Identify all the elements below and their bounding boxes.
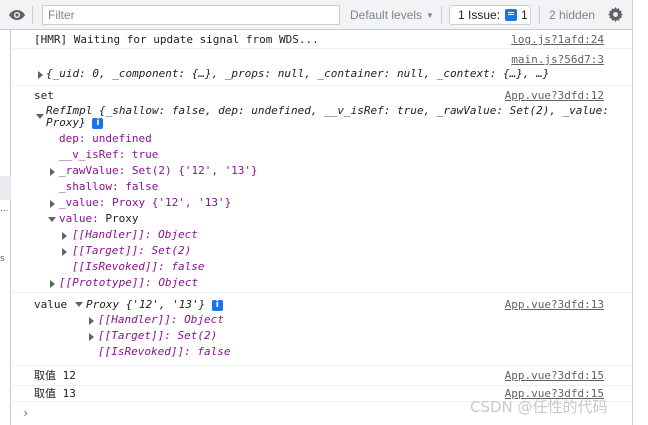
side-panel-selected-row[interactable] xyxy=(0,176,11,200)
expand-arrow-icon[interactable] xyxy=(50,280,55,288)
collapse-arrow-icon[interactable] xyxy=(75,302,83,307)
collapse-arrow-icon[interactable] xyxy=(36,114,44,119)
collapse-arrow-icon[interactable] xyxy=(48,217,56,222)
log-levels-dropdown[interactable]: Default levels ▼ xyxy=(350,8,434,22)
object-summary[interactable]: {_uid: 0, _component: {…}, _props: null,… xyxy=(46,67,549,81)
console-message: [HMR] Waiting for update signal from WDS… xyxy=(12,30,632,49)
internal-prototype[interactable]: [[Prototype]]: Object xyxy=(59,276,198,290)
console-message: 取值 12 App.vue?3dfd:15 xyxy=(12,366,632,386)
message-text: [HMR] Waiting for update signal from WDS… xyxy=(34,33,319,46)
console-toolbar: Filter Default levels ▼ 1 Issue: 1 2 hidd… xyxy=(0,0,632,30)
side-panel-edge: ... s xyxy=(0,0,11,425)
expand-arrow-icon[interactable] xyxy=(89,333,94,341)
expand-arrow-icon[interactable] xyxy=(89,317,94,325)
internal-target[interactable]: [[Target]]: Set(2) xyxy=(98,329,217,343)
dropdown-caret-icon: ▼ xyxy=(426,11,434,20)
source-link[interactable]: log.js?1afd:24 xyxy=(511,33,604,47)
console-prompt-icon[interactable]: › xyxy=(22,406,29,420)
source-link[interactable]: App.vue?3dfd:13 xyxy=(505,298,604,312)
filter-input[interactable]: Filter xyxy=(42,5,340,25)
console-message: value Proxy {'12', '13'} i App.vue?3dfd:… xyxy=(12,293,632,366)
log-levels-label: Default levels xyxy=(350,8,423,22)
issue-message-icon xyxy=(505,9,517,21)
internal-target[interactable]: [[Target]]: Set(2) xyxy=(72,244,191,258)
side-panel-ellipsis: ... xyxy=(0,204,9,214)
property-v-is-ref: __v_isRef: true xyxy=(59,148,159,161)
console-message: set App.vue?3dfd:12 RefImpl {_shallow: f… xyxy=(12,86,632,293)
proxy-preview[interactable]: Proxy {'12', '13'} xyxy=(86,298,205,311)
info-icon[interactable]: i xyxy=(211,299,223,311)
expand-arrow-icon[interactable] xyxy=(50,200,55,208)
log-label: value xyxy=(34,298,68,311)
message-text: 取值 13 xyxy=(34,387,76,400)
watermark: CSDN @任性的代码 xyxy=(470,398,608,416)
source-link[interactable]: App.vue?3dfd:12 xyxy=(505,89,604,103)
source-link[interactable]: main.js?56d7:3 xyxy=(511,53,604,67)
expand-arrow-icon[interactable] xyxy=(62,232,67,240)
toolbar-divider xyxy=(539,6,540,24)
toolbar-divider xyxy=(32,6,33,24)
property-raw-value[interactable]: _rawValue: Set(2) {'12', '13'} xyxy=(59,164,258,178)
internal-is-revoked: [[IsRevoked]]: false xyxy=(72,260,205,273)
refimpl-header-end: Proxy} xyxy=(46,116,86,129)
property-shallow: _shallow: false xyxy=(59,180,159,193)
refimpl-header[interactable]: RefImpl {_shallow: false, dep: undefined… xyxy=(46,104,609,118)
console-messages: [HMR] Waiting for update signal from WDS… xyxy=(12,30,632,425)
console-message: main.js?56d7:3 {_uid: 0, _component: {…}… xyxy=(12,49,632,86)
issues-label: 1 Issue: xyxy=(458,8,501,22)
internal-handler[interactable]: [[Handler]]: Object xyxy=(72,228,198,242)
info-icon[interactable]: i xyxy=(92,117,104,129)
expand-arrow-icon[interactable] xyxy=(62,248,67,256)
eye-icon[interactable] xyxy=(8,8,26,25)
message-text: 取值 12 xyxy=(34,369,76,382)
value-type: Proxy xyxy=(105,212,139,225)
property-value[interactable]: value: Proxy xyxy=(59,212,139,226)
side-panel-letter: s xyxy=(0,254,5,264)
expand-arrow-icon[interactable] xyxy=(38,71,43,79)
internal-is-revoked: [[IsRevoked]]: false xyxy=(98,345,231,358)
expand-arrow-icon[interactable] xyxy=(50,168,55,176)
source-link[interactable]: App.vue?3dfd:15 xyxy=(505,369,604,383)
panel-divider xyxy=(632,0,633,425)
log-label: set xyxy=(34,89,54,102)
toolbar-divider xyxy=(441,6,442,24)
internal-handler[interactable]: [[Handler]]: Object xyxy=(98,313,224,327)
issues-count: 1 xyxy=(521,8,528,22)
issues-button[interactable]: 1 Issue: 1 xyxy=(449,5,531,25)
value-key: value: xyxy=(59,212,99,225)
property-value-preview[interactable]: _value: Proxy {'12', '13'} xyxy=(59,196,231,210)
hidden-messages-count: 2 hidden xyxy=(549,8,596,22)
property-dep: dep: undefined xyxy=(59,132,152,145)
gear-icon[interactable] xyxy=(608,7,623,25)
